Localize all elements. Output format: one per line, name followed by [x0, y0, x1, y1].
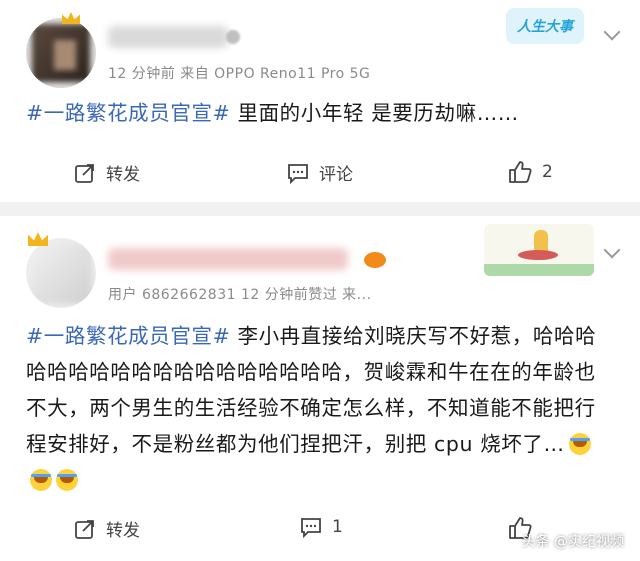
crown-icon: [62, 12, 80, 24]
repost-label: 转发: [106, 165, 140, 185]
hashtag-link[interactable]: #一路繁花成员官宣#: [26, 101, 230, 125]
repost-icon: [75, 519, 94, 539]
post-meta: 用户 6862662831 12 分钟前赞过 来...: [108, 287, 372, 303]
laugh-cry-emoji-icon: [568, 433, 591, 455]
post-body: 里面的小年轻 是要历劫嘛……: [230, 101, 519, 125]
chevron-down-icon[interactable]: [603, 241, 621, 259]
post-card-1: 12 分钟前 来自 OPPO Reno11 Pro 5G 人生大事 #一路繁花成…: [0, 0, 640, 202]
like-button[interactable]: 2: [508, 160, 553, 184]
username[interactable]: [108, 26, 228, 48]
fish-badge-icon: [364, 252, 386, 268]
action-bar: 转发 评论 2: [0, 160, 640, 190]
comment-label: 评论: [319, 165, 353, 185]
post-text: #一路繁花成员官宣# 里面的小年轻 是要历劫嘛……: [26, 95, 616, 131]
comment-count: 1: [332, 517, 343, 537]
comment-button[interactable]: 1: [300, 516, 343, 538]
badge-sticker: 人生大事: [506, 8, 584, 44]
laugh-cry-emoji-icon: [56, 469, 78, 491]
hashtag-link[interactable]: #一路繁花成员官宣#: [26, 324, 230, 348]
verified-icon: [226, 30, 240, 44]
repost-button[interactable]: 转发: [74, 160, 140, 185]
repost-button[interactable]: 转发: [74, 516, 140, 541]
post-card-2: 用户 6862662831 12 分钟前赞过 来... #一路繁花成员官宣# 李…: [0, 216, 640, 561]
source-watermark: 头条 @实纪视频: [522, 531, 624, 551]
post-text: #一路繁花成员官宣# 李小冉直接给刘晓庆写不好惹，哈哈哈哈哈哈哈哈哈哈哈哈哈哈哈…: [26, 318, 616, 498]
username[interactable]: [108, 248, 348, 270]
badge-label: 人生大事: [517, 19, 573, 35]
post-divider: [0, 202, 640, 216]
crown-icon: [28, 232, 48, 246]
thumbs-up-icon: [509, 161, 532, 183]
comment-icon: [288, 163, 308, 184]
like-count: 2: [542, 162, 553, 182]
laugh-cry-emoji-icon: [30, 469, 52, 491]
repost-label: 转发: [106, 521, 140, 541]
decor-sticker: [484, 224, 594, 276]
comment-icon: [301, 518, 321, 538]
avatar[interactable]: [26, 18, 96, 88]
avatar[interactable]: [26, 238, 96, 308]
post-meta: 12 分钟前 来自 OPPO Reno11 Pro 5G: [108, 66, 371, 82]
watermark-text: 头条 @实纪视频: [521, 534, 624, 550]
repost-icon: [75, 163, 94, 183]
chevron-down-icon[interactable]: [603, 23, 621, 41]
comment-button[interactable]: 评论: [287, 160, 353, 185]
